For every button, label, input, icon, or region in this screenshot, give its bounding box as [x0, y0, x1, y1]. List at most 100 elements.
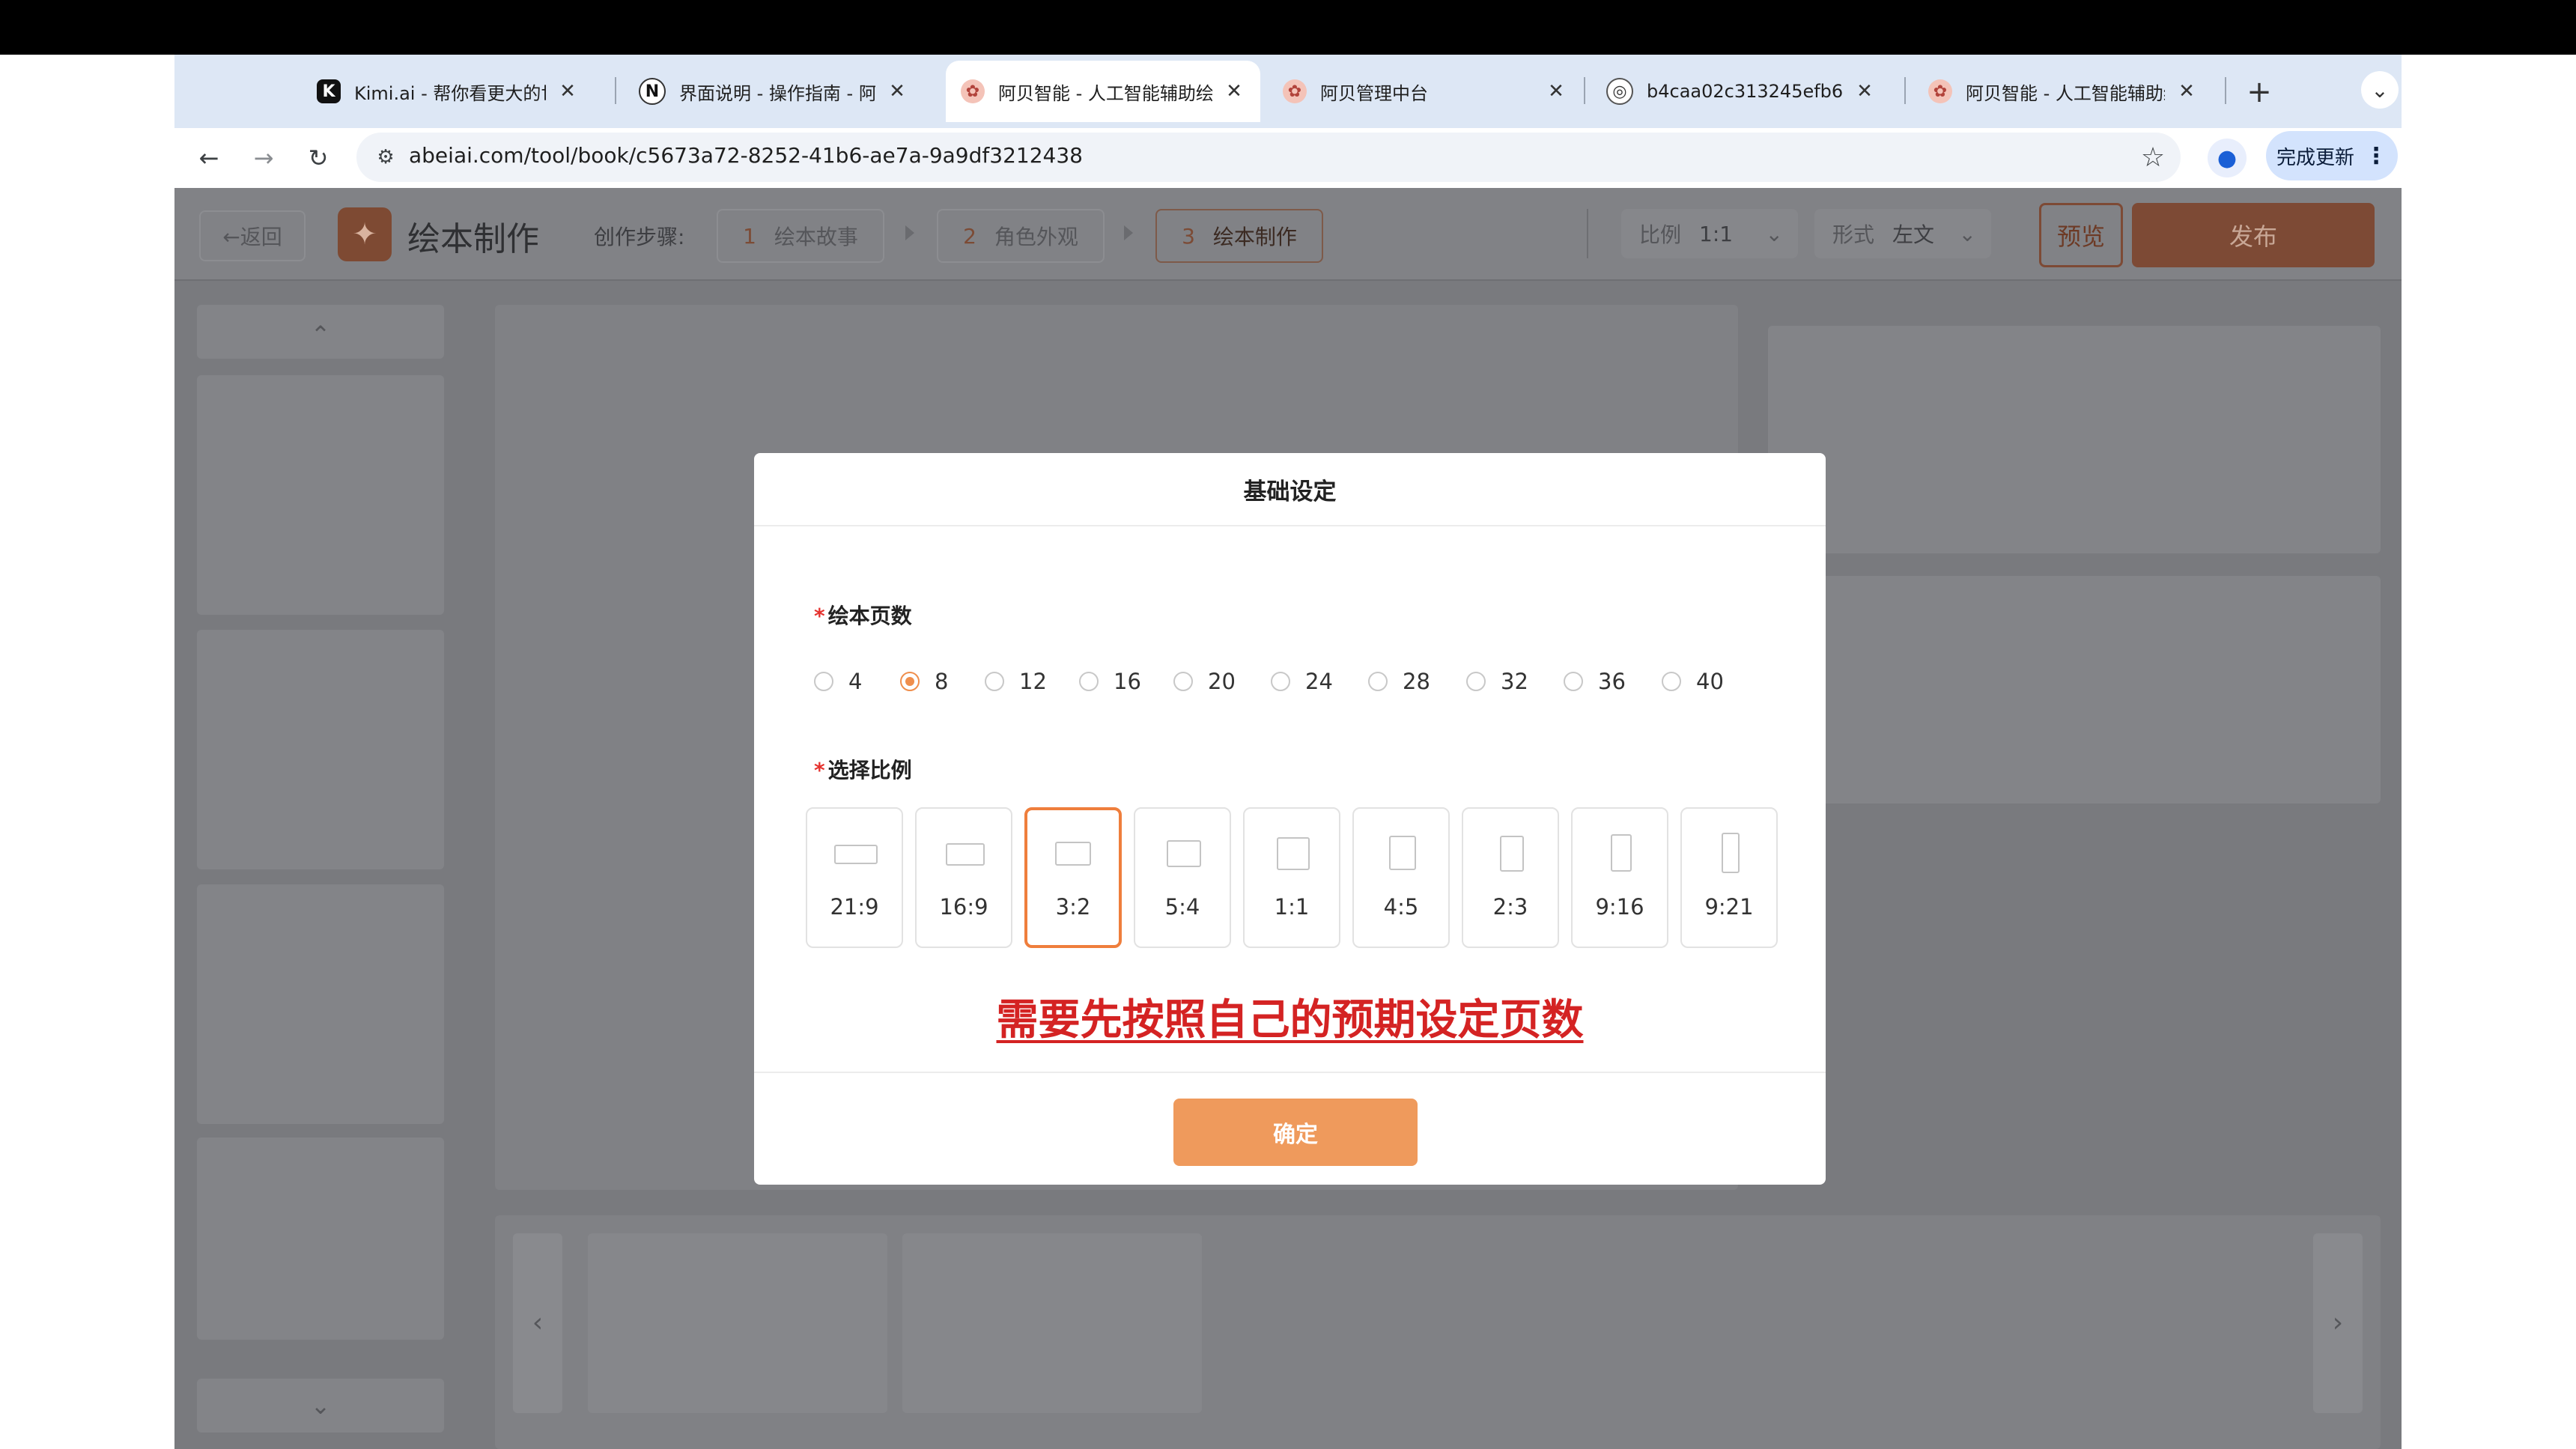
pages-option-40[interactable]: 40 [1662, 666, 1724, 696]
radio-label: 16 [1114, 669, 1141, 694]
chevron-down-icon: ⌄ [1765, 221, 1783, 246]
required-mark: * [814, 604, 825, 628]
ratio-shape-icon [1167, 840, 1201, 867]
preview-button[interactable]: 预览 [2039, 203, 2123, 267]
back-arrow-icon[interactable]: ← [189, 139, 228, 177]
step-character[interactable]: 2 角色外观 [937, 209, 1105, 263]
side-panel-top [1768, 326, 2381, 553]
browser-tab-kimi[interactable]: K Kimi.ai - 帮你看更大的世界 ✕ [302, 61, 594, 122]
pages-option-4[interactable]: 4 [814, 666, 862, 696]
dialog-footer-divider [754, 1072, 1826, 1073]
chevron-down-icon: ⌄ [1958, 221, 1976, 246]
ratio-shape-icon [1611, 834, 1632, 872]
tab-separator [1904, 77, 1906, 104]
page-list-down-button[interactable]: ⌄ [197, 1379, 444, 1433]
chevron-down-icon: ⌄ [310, 1391, 331, 1420]
ratio-card-1-1[interactable]: 1:1 [1243, 807, 1340, 948]
format-select[interactable]: 形式 左文 ⌄ [1814, 209, 1991, 258]
pages-option-12[interactable]: 12 [985, 666, 1047, 696]
page-thumbnail[interactable] [197, 630, 444, 869]
page-thumbnail[interactable] [197, 1137, 444, 1340]
tab-close-icon[interactable]: ✕ [2175, 80, 2198, 103]
ratio-card-16-9[interactable]: 16:9 [915, 807, 1012, 948]
update-button[interactable]: 完成更新 ⋮ [2266, 131, 2398, 180]
ratio-card-label: 1:1 [1274, 894, 1310, 920]
ratio-card-label: 4:5 [1383, 894, 1419, 920]
annotation-hint: 需要先按照自己的预期设定页数 [754, 986, 1826, 1047]
radio-label: 12 [1019, 669, 1047, 694]
confirm-button[interactable]: 确定 [1173, 1099, 1418, 1166]
radio-circle-icon [1079, 672, 1099, 691]
tab-close-icon[interactable]: ✕ [1853, 80, 1876, 103]
browser-tab-abei-active[interactable]: ✿ 阿贝智能 - 人工智能辅助绘本 ✕ [946, 61, 1260, 122]
ratio-shape-icon [1500, 836, 1524, 872]
browser-tab-hash[interactable]: ◎ b4caa02c313245efb669 ✕ [1591, 61, 1891, 122]
ratio-card-9-16[interactable]: 9:16 [1571, 807, 1668, 948]
tab-separator [1584, 77, 1585, 104]
pages-radio-group: 4 8 12 16 20 24 28 32 36 40 [814, 666, 1787, 696]
pages-label-text: 绘本页数 [827, 604, 912, 628]
abei-favicon-icon: ✿ [1928, 79, 1952, 103]
ratio-shape-icon [946, 843, 985, 866]
chevron-left-icon: ‹ [532, 1307, 544, 1338]
page-thumbnail[interactable] [197, 884, 444, 1124]
screen-top-bar [0, 0, 2576, 55]
ratio-card-2-3[interactable]: 2:3 [1462, 807, 1559, 948]
format-select-label: 形式 [1832, 222, 1875, 247]
ratio-select-label: 比例 [1639, 222, 1682, 247]
radio-circle-icon [1662, 672, 1681, 691]
tab-search-chevron-icon[interactable]: ⌄ [2361, 71, 2399, 109]
forward-arrow-icon[interactable]: → [244, 139, 283, 177]
ratio-card-9-21[interactable]: 9:21 [1680, 807, 1778, 948]
pages-option-28[interactable]: 28 [1368, 666, 1430, 696]
app-logo-icon: ✦ [338, 207, 392, 261]
browser-tab-guide[interactable]: N 界面说明 - 操作指南 - 阿贝智能 ✕ [624, 61, 923, 122]
radio-circle-icon [985, 672, 1004, 691]
tab-title: Kimi.ai - 帮你看更大的世界 [354, 82, 546, 104]
ratio-card-label: 5:4 [1164, 894, 1200, 920]
publish-button[interactable]: 发布 [2132, 203, 2375, 267]
step-arrow-icon [1124, 225, 1133, 240]
browser-tab-admin[interactable]: ✿ 阿贝管理中台 ✕ [1268, 61, 1582, 122]
tab-title: 阿贝管理中台 [1320, 82, 1428, 104]
site-info-icon[interactable]: ⚙ [371, 143, 400, 171]
tab-close-icon[interactable]: ✕ [556, 80, 579, 103]
reload-icon[interactable]: ↻ [299, 139, 338, 177]
filmstrip-next-button[interactable]: › [2313, 1233, 2363, 1413]
ratio-card-4-5[interactable]: 4:5 [1352, 807, 1450, 948]
browser-tab-abei-2[interactable]: ✿ 阿贝智能 - 人工智能辅助绘本 ✕ [1913, 61, 2213, 122]
pages-option-20[interactable]: 20 [1173, 666, 1236, 696]
radio-circle-icon [1271, 672, 1290, 691]
dialog-title: 基础设定 [754, 453, 1826, 526]
address-bar[interactable]: ⚙ abeiai.com/tool/book/c5673a72-8252-41b… [356, 133, 2181, 182]
profile-avatar-icon[interactable]: ● [2208, 139, 2247, 177]
step-story[interactable]: 1 绘本故事 [717, 209, 884, 263]
ratio-card-21-9[interactable]: 21:9 [806, 807, 903, 948]
ratio-label: * 选择比例 [814, 754, 912, 784]
pages-option-8[interactable]: 8 [900, 666, 948, 696]
new-tab-plus-icon[interactable]: + [2238, 71, 2280, 113]
ratio-card-5-4[interactable]: 5:4 [1134, 807, 1231, 948]
filmstrip-prev-button[interactable]: ‹ [513, 1233, 562, 1413]
radio-label: 8 [935, 669, 949, 694]
back-button[interactable]: ←返回 [199, 210, 306, 261]
ratio-card-3-2[interactable]: 3:2 [1024, 807, 1122, 948]
abei-favicon-icon: ✿ [961, 79, 985, 103]
pages-option-24[interactable]: 24 [1271, 666, 1333, 696]
filmstrip-thumbnail[interactable] [588, 1233, 887, 1413]
tab-close-icon[interactable]: ✕ [1223, 80, 1245, 103]
kimi-favicon-icon: K [317, 79, 341, 103]
page-thumbnail[interactable] [197, 375, 444, 615]
tab-close-icon[interactable]: ✕ [1545, 80, 1567, 103]
page-list-up-button[interactable]: ⌃ [197, 305, 444, 359]
abei-favicon-icon: ✿ [1283, 79, 1307, 103]
chevron-up-icon: ⌃ [310, 321, 331, 349]
pages-option-16[interactable]: 16 [1079, 666, 1141, 696]
tab-close-icon[interactable]: ✕ [886, 80, 908, 103]
pages-option-36[interactable]: 36 [1564, 666, 1626, 696]
step-production[interactable]: 3 绘本制作 [1155, 209, 1323, 263]
filmstrip-thumbnail[interactable] [902, 1233, 1202, 1413]
pages-option-32[interactable]: 32 [1466, 666, 1528, 696]
bookmark-star-icon[interactable]: ☆ [2136, 140, 2170, 174]
ratio-select[interactable]: 比例 1:1 ⌄ [1621, 209, 1798, 258]
